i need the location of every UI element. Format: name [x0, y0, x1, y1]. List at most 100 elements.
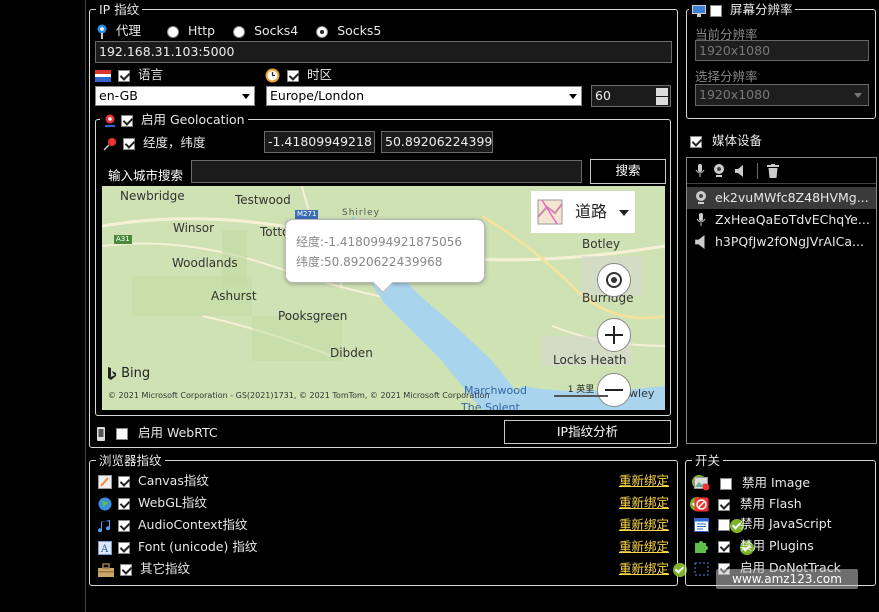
location-pin-icon: [105, 114, 115, 127]
language-select[interactable]: en-GB: [95, 86, 255, 106]
switches-title: 开关: [692, 453, 724, 468]
disable-javascript-checkbox[interactable]: [717, 518, 730, 531]
microphone-icon[interactable]: [695, 164, 705, 178]
map-label-newbridge: Newbridge: [120, 189, 185, 203]
screen-resolution-checkbox[interactable]: [709, 4, 722, 17]
geolocation-checkbox[interactable]: [120, 114, 133, 127]
trash-icon[interactable]: [767, 164, 779, 178]
webrtc-checkbox[interactable]: [115, 427, 128, 440]
radio-socks5-label[interactable]: Socks5: [337, 23, 381, 38]
fp-row-webgl: WebGL指纹 重新绑定: [98, 492, 704, 514]
media-toolbar: [687, 158, 876, 184]
language-label: 语言: [137, 67, 163, 82]
switches-group: 开关 禁用 Image 禁用 Flash 禁用 JavaScript 禁用 Pl…: [685, 453, 876, 586]
popup-latitude: 纬度:50.8920622439968: [296, 255, 443, 269]
webrtc-label: 启用 WebRTC: [137, 425, 218, 440]
timezone-checkbox[interactable]: [286, 69, 299, 82]
latlon-row: 经度，纬度: [103, 135, 205, 151]
disable-javascript-label: 禁用 JavaScript: [739, 516, 832, 531]
rebind-other-link[interactable]: 重新绑定: [619, 558, 669, 580]
other-fp-checkbox[interactable]: [119, 563, 132, 576]
spin-down-icon[interactable]: [656, 97, 668, 105]
speaker-icon[interactable]: [735, 165, 745, 177]
geolocation-label: 启用 Geolocation: [140, 112, 245, 127]
canvas-fp-checkbox[interactable]: [117, 475, 130, 488]
city-search-input[interactable]: [191, 160, 582, 183]
other-fp-label: 其它指纹: [139, 561, 190, 576]
longitude-input[interactable]: -1.41809949218: [264, 131, 375, 153]
toolbox-icon: [98, 562, 114, 577]
timezone-select[interactable]: Europe/London: [266, 86, 582, 106]
clock-icon: [265, 68, 280, 83]
chevron-down-icon: [854, 93, 862, 98]
webrtc-row: 启用 WebRTC: [96, 425, 218, 441]
city-search-label: 输入城市搜索: [108, 168, 184, 183]
globe-icon: [98, 497, 112, 510]
svg-text:A: A: [100, 544, 109, 555]
map-scale: 1 英里: [554, 382, 608, 397]
disable-plugins-label: 禁用 Plugins: [739, 538, 814, 553]
language-checkbox[interactable]: [117, 69, 130, 82]
disable-plugins-checkbox[interactable]: [717, 540, 730, 553]
proxy-address-input[interactable]: 192.168.31.103:5000: [95, 41, 672, 63]
switch-row-plugins: 禁用 Plugins: [694, 535, 814, 556]
proxy-row: 代理 Http Socks4 Socks5: [96, 23, 381, 39]
media-device-name: ZxHeaQaEoTdvEChqYe...: [715, 212, 870, 227]
ip-analysis-button[interactable]: IP指纹分析: [504, 420, 671, 444]
radio-http[interactable]: [166, 25, 179, 38]
rebind-webgl-link[interactable]: 重新绑定: [619, 492, 669, 514]
timezone-offset-spinner[interactable]: 60: [591, 85, 671, 107]
radio-socks4[interactable]: [233, 25, 246, 38]
rebind-audio-link[interactable]: 重新绑定: [619, 514, 669, 536]
latlon-label: 经度，纬度: [142, 135, 206, 150]
locate-me-button[interactable]: [597, 263, 631, 297]
switch-row-flash: 禁用 Flash: [694, 493, 802, 514]
media-devices-checkbox[interactable]: [690, 135, 702, 148]
map-view[interactable]: Newbridge Testwood M271 Shirley Totton W…: [102, 186, 665, 410]
latlon-checkbox[interactable]: [122, 137, 135, 150]
bing-label: Bing: [121, 366, 151, 381]
rebind-canvas-link[interactable]: 重新绑定: [619, 470, 669, 492]
list-item[interactable]: ZxHeaQaEoTdvEChqYe...: [687, 209, 876, 231]
list-item[interactable]: h3PQfJw2fONgJVrAICa...: [687, 231, 876, 253]
audio-fp-checkbox[interactable]: [117, 519, 130, 532]
spin-up-icon[interactable]: [656, 88, 668, 96]
screen-resolution-title: 屏幕分辨率: [689, 2, 796, 17]
webgl-fp-checkbox[interactable]: [117, 497, 130, 510]
map-type-icon: [537, 199, 563, 225]
rebind-font-link[interactable]: 重新绑定: [619, 536, 669, 558]
radio-socks5[interactable]: [316, 25, 329, 38]
left-pane: [0, 0, 86, 612]
map-type-selector[interactable]: 道路: [531, 191, 635, 233]
map-type-chevron-icon: [619, 210, 629, 216]
media-devices-label: 媒体设备: [711, 133, 762, 148]
radio-http-label[interactable]: Http: [188, 23, 215, 38]
proxy-label: 代理: [115, 23, 141, 38]
latitude-input[interactable]: 50.89206224399: [381, 131, 493, 153]
puzzle-icon: [695, 541, 708, 553]
map-label-botley: Botley: [582, 237, 621, 251]
disable-flash-checkbox[interactable]: [717, 498, 730, 511]
radio-socks4-label[interactable]: Socks4: [254, 23, 298, 38]
map-label-ashurst: Ashurst: [211, 289, 257, 303]
resolution-select-value: 1920x1080: [699, 87, 771, 102]
search-button[interactable]: 搜索: [590, 159, 666, 184]
image-blocked-icon: [694, 476, 710, 490]
language-row: 语言: [95, 67, 163, 83]
ip-fingerprint-group: IP 指纹 代理 Http Socks4 Socks5 192.168.31.1…: [89, 2, 678, 448]
font-icon: A: [98, 540, 112, 555]
canvas-icon: [98, 474, 112, 489]
list-item[interactable]: ek2vuMWfc8Z48HVMg...: [687, 187, 876, 209]
disable-image-checkbox[interactable]: [719, 477, 732, 490]
flag-icon: [95, 69, 111, 82]
resolution-select[interactable]: 1920x1080: [695, 84, 869, 106]
camera-icon[interactable]: [713, 164, 725, 178]
plus-icon-vertical: [613, 326, 615, 344]
font-fp-checkbox[interactable]: [117, 541, 130, 554]
microphone-icon: [696, 213, 706, 226]
map-label-testwood: Testwood: [235, 193, 291, 207]
geolocation-group: 启用 Geolocation 经度，纬度 -1.41809949218 50.8…: [95, 112, 671, 416]
zoom-in-button[interactable]: [597, 318, 631, 352]
camera-icon: [696, 191, 706, 204]
locate-icon-dot: [611, 277, 617, 283]
